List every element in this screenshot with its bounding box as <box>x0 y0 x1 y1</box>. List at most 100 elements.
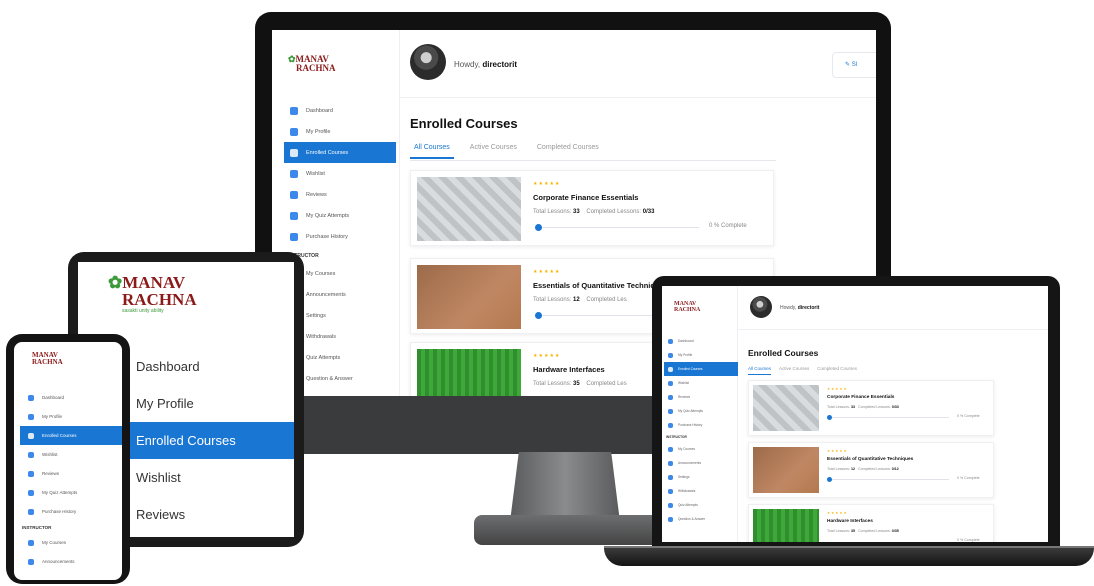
user-icon <box>290 127 298 136</box>
progress-bar <box>829 417 949 418</box>
progress-dot <box>827 477 832 482</box>
tab-all-courses[interactable]: All Courses <box>410 142 454 159</box>
top-action-button[interactable]: ✎ Sl <box>832 52 876 78</box>
courses-icon <box>28 432 34 439</box>
quiz-icon <box>668 502 673 508</box>
sidebar-item-my-courses[interactable]: My Courses <box>664 442 738 456</box>
sidebar-item-my-profile[interactable]: My Profile <box>664 348 738 362</box>
nav-item-enrolled-courses[interactable]: Enrolled Courses <box>20 426 122 445</box>
progress-text: 0 % Complete <box>709 223 747 229</box>
course-meta: Total Lessons: 33 Completed Lessons: 0/3… <box>533 209 655 215</box>
nav-item-my-profile[interactable]: My Profile <box>20 407 122 426</box>
course-thumbnail <box>753 447 819 493</box>
page-title: Enrolled Courses <box>748 348 819 358</box>
brand-logo[interactable]: MANAV RACHNA <box>674 300 706 314</box>
avatar[interactable] <box>410 44 446 80</box>
nav-item-announcements[interactable]: Announcements <box>20 552 122 571</box>
nav-item-quiz-attempts[interactable]: My Quiz Attempts <box>20 483 122 502</box>
course-meta: Total Lessons: 33 Completed Lessons: 0/3… <box>827 405 899 409</box>
nav-item-dashboard[interactable]: Dashboard <box>20 388 122 407</box>
brand-logo[interactable]: ✿MANAV RACHNA <box>288 52 342 76</box>
rating-stars: ★★★★★ <box>533 269 561 275</box>
sidebar-item-quiz-attempts[interactable]: My Quiz Attempts <box>284 205 396 226</box>
course-card[interactable]: ★★★★★ Hardware Interfaces Total Lessons:… <box>748 504 994 542</box>
sidebar-item-my-profile[interactable]: My Profile <box>284 121 396 142</box>
phone-screen: MANAV RACHNA Dashboard My Profile Enroll… <box>14 342 122 580</box>
greeting: Howdy, directorit <box>780 305 820 311</box>
sidebar-item-reviews[interactable]: Reviews <box>664 390 738 404</box>
sidebar-item-wishlist[interactable]: Wishlist <box>664 376 738 390</box>
laptop-top-bar: Howdy, directorit <box>738 286 1048 330</box>
wallet-icon <box>668 488 673 494</box>
nav-item-purchase-history[interactable]: Purchase History <box>20 502 122 521</box>
tab-completed-courses[interactable]: Completed Courses <box>533 142 603 159</box>
course-card[interactable]: ★★★★★ Corporate Finance Essentials Total… <box>410 170 774 246</box>
course-title[interactable]: Hardware Interfaces <box>827 519 873 524</box>
star-icon <box>290 190 298 199</box>
progress-text: 0 % Complete <box>957 476 980 480</box>
sidebar-item-purchase-history[interactable]: Purchase History <box>284 226 396 247</box>
sidebar-item-dashboard[interactable]: Dashboard <box>664 334 738 348</box>
sidebar-item-enrolled-courses[interactable]: Enrolled Courses <box>664 362 738 376</box>
course-meta: Total Lessons: 35 Completed Les <box>533 381 627 387</box>
course-title[interactable]: Essentials of Quantitative Techniques <box>827 457 913 462</box>
course-title[interactable]: Corporate Finance Essentials <box>533 193 638 202</box>
megaphone-icon <box>668 460 673 466</box>
megaphone-icon <box>28 558 34 565</box>
book-icon <box>28 539 34 546</box>
course-thumbnail <box>417 265 521 329</box>
nav-item-wishlist[interactable]: Wishlist <box>20 445 122 464</box>
sidebar-item-quiz-attempts[interactable]: My Quiz Attempts <box>664 404 738 418</box>
cart-icon <box>290 232 298 241</box>
laptop-sidebar: MANAV RACHNA Dashboard My Profile Enroll… <box>662 286 738 542</box>
course-tabs: All Courses Active Courses Completed Cou… <box>748 366 857 375</box>
quiz-icon <box>668 408 673 414</box>
brand-logo[interactable]: MANAV RACHNA <box>32 350 70 368</box>
tabs-divider <box>410 160 776 161</box>
course-thumbnail <box>753 385 819 431</box>
sidebar-item-quiz-attempts-instructor[interactable]: Quiz Attempts <box>664 498 738 512</box>
course-title[interactable]: Essentials of Quantitative Techniques <box>533 281 668 290</box>
sidebar-item-dashboard[interactable]: Dashboard <box>284 100 396 121</box>
sidebar-item-purchase-history[interactable]: Purchase History <box>664 418 738 432</box>
sidebar-item-question-answer[interactable]: Question & Answer <box>664 512 738 526</box>
gear-icon <box>668 474 673 480</box>
star-icon <box>668 394 673 400</box>
nav-item-reviews[interactable]: Reviews <box>20 464 122 483</box>
user-icon <box>668 352 673 358</box>
course-meta: Total Lessons: 35 Completed Lessons: 0/3… <box>827 529 899 533</box>
tab-all-courses[interactable]: All Courses <box>748 366 772 375</box>
courses-icon <box>668 366 673 372</box>
progress-bar <box>539 227 699 228</box>
avatar[interactable] <box>750 296 772 318</box>
course-thumbnail <box>417 177 521 241</box>
user-icon <box>28 413 34 420</box>
tab-completed-courses[interactable]: Completed Courses <box>817 366 857 375</box>
course-thumbnail <box>753 509 819 542</box>
course-title[interactable]: Hardware Interfaces <box>533 365 605 374</box>
nav-item-my-courses[interactable]: My Courses <box>20 533 122 552</box>
star-icon <box>28 470 34 477</box>
course-card[interactable]: ★★★★★ Corporate Finance Essentials Total… <box>748 380 994 436</box>
sidebar-item-withdrawals[interactable]: Withdrawals <box>664 484 738 498</box>
sidebar-item-enrolled-courses[interactable]: Enrolled Courses <box>284 142 396 163</box>
progress-text: 0 % Complete <box>957 538 980 542</box>
sidebar-item-announcements[interactable]: Announcements <box>664 456 738 470</box>
laptop-sidebar-nav: Dashboard My Profile Enrolled Courses Wi… <box>664 334 738 526</box>
heart-icon <box>28 451 34 458</box>
sidebar-item-wishlist[interactable]: Wishlist <box>284 163 396 184</box>
heart-icon <box>668 380 673 386</box>
course-card[interactable]: ★★★★★ Essentials of Quantitative Techniq… <box>748 442 994 498</box>
cart-icon <box>668 422 673 428</box>
top-bar: Howdy, directorit ✎ Sl <box>400 30 876 98</box>
nav-section-instructor: INSTRUCTOR <box>22 524 52 530</box>
brand-logo[interactable]: ✿MANAV RACHNA sasakti unity ability <box>108 274 197 314</box>
sidebar-item-reviews[interactable]: Reviews <box>284 184 396 205</box>
edit-icon: ✎ <box>845 62 852 68</box>
tab-active-courses[interactable]: Active Courses <box>466 142 521 159</box>
course-title[interactable]: Corporate Finance Essentials <box>827 395 894 400</box>
tab-active-courses[interactable]: Active Courses <box>779 366 809 375</box>
progress-dot <box>827 415 832 420</box>
dashboard-icon <box>668 338 673 344</box>
sidebar-item-settings[interactable]: Settings <box>664 470 738 484</box>
